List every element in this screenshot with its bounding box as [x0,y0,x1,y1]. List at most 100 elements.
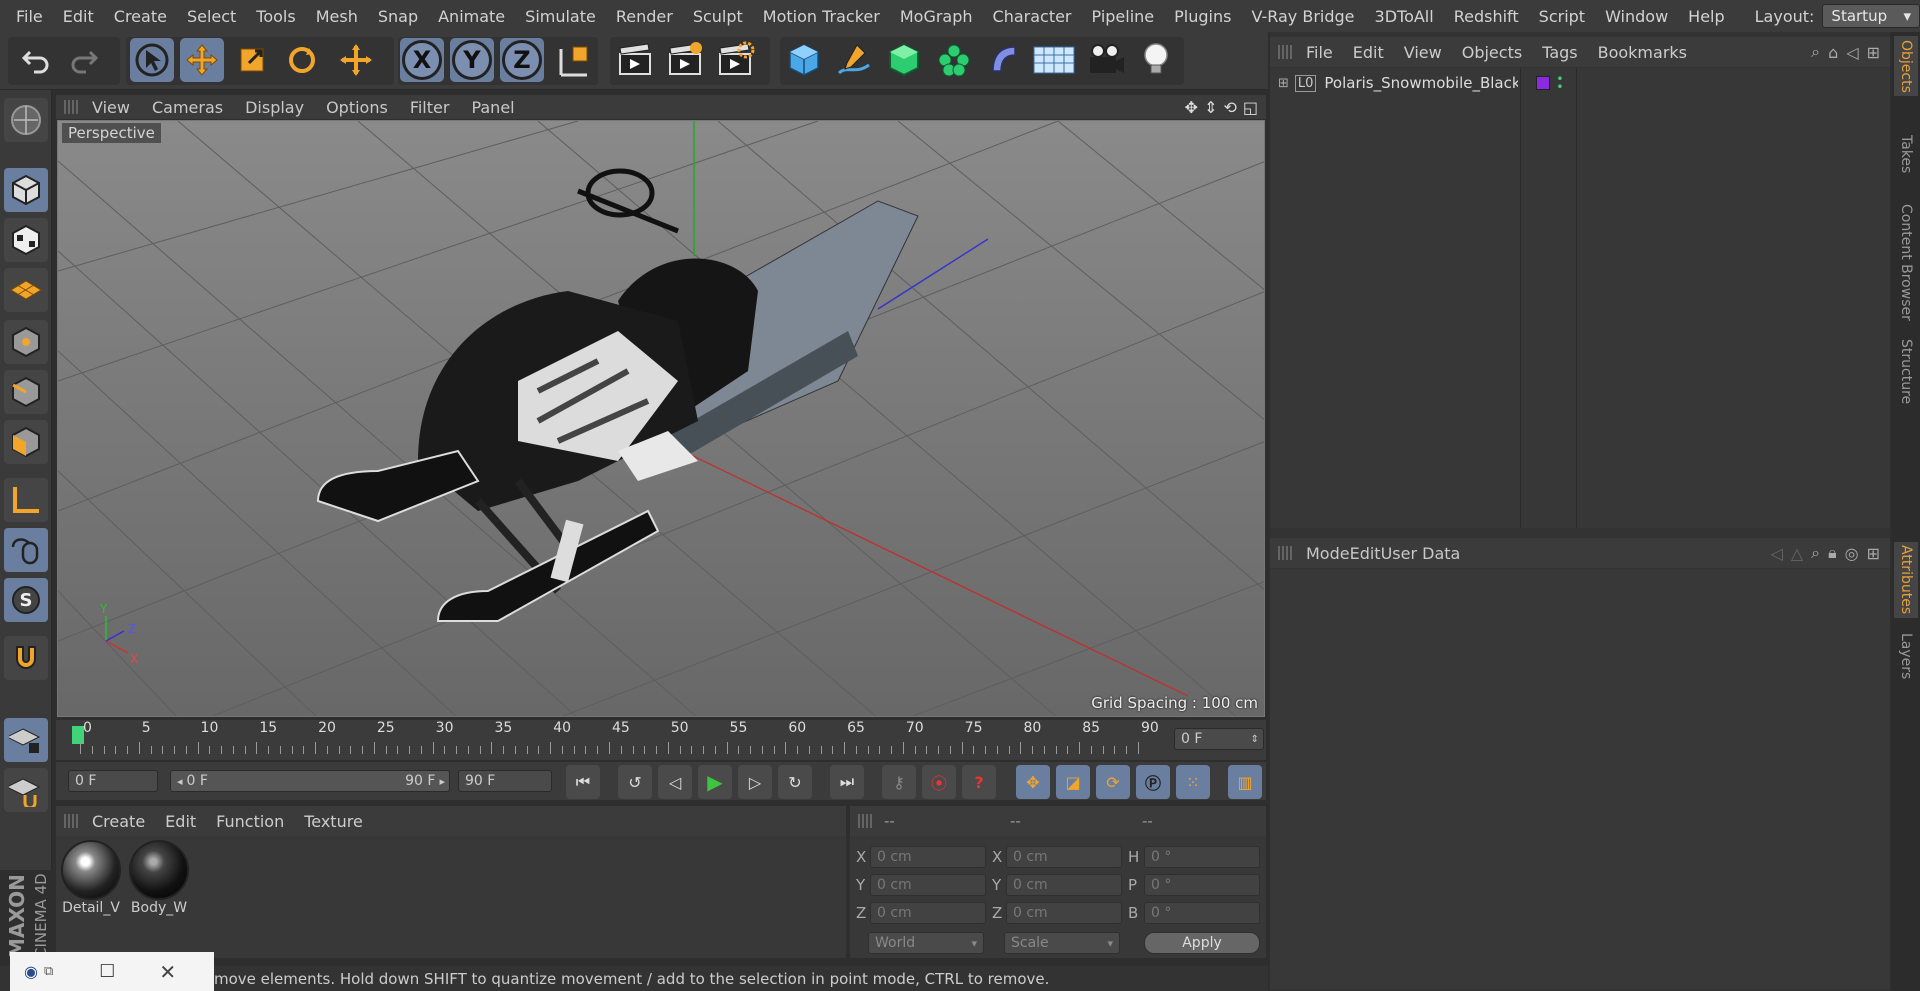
objects-menu-view[interactable]: View [1404,43,1442,62]
tab-objects[interactable]: Objects [1894,36,1918,96]
floor-object-button[interactable] [1032,38,1076,82]
size-y-field[interactable]: 0 cm [1006,874,1122,896]
start-frame-field[interactable]: 0 F [68,770,158,792]
auto-keying-button[interactable]: ⦿ [922,765,956,799]
current-frame-field[interactable]: 0 F ⇕ [1174,728,1264,750]
menu-render[interactable]: Render [606,7,683,26]
key-position-button[interactable]: ✥ [1016,765,1050,799]
locked-workplane-button[interactable] [4,718,48,762]
x-axis-lock-button[interactable]: X [400,38,444,82]
tab-structure[interactable]: Structure [1894,332,1918,412]
key-scale-button[interactable]: ◪ [1056,765,1090,799]
rot-p-field[interactable]: 0 ° [1144,874,1260,896]
object-row[interactable]: ⊞ L0 Polaris_Snowmobile_Black • • [1274,70,1886,96]
recent-tool-button[interactable] [334,38,378,82]
render-picture-viewer-button[interactable] [664,38,708,82]
material-menu-create[interactable]: Create [92,812,145,831]
restore-icon[interactable]: ⧉ [44,964,53,979]
subdivision-surface-button[interactable] [882,38,926,82]
menu-snap[interactable]: Snap [368,7,428,26]
texture-mode-button[interactable] [4,218,48,262]
objects-menu-bookmarks[interactable]: Bookmarks [1598,43,1687,62]
play-button[interactable]: ▶ [698,765,732,799]
menu-edit[interactable]: Edit [53,7,104,26]
go-to-start-button[interactable]: ⏮ [566,765,600,799]
menu-animate[interactable]: Animate [428,7,515,26]
tweak-mode-button[interactable] [4,528,48,572]
layer-color-swatch[interactable] [1536,76,1551,90]
model-mode-button[interactable] [4,168,48,212]
y-axis-lock-button[interactable]: Y [450,38,494,82]
close-icon[interactable]: ✕ [159,960,176,984]
search-icon[interactable]: ⌕ [1811,42,1820,62]
viewport-menu-cameras[interactable]: Cameras [152,98,223,117]
menu-create[interactable]: Create [104,7,177,26]
material-menu-edit[interactable]: Edit [165,812,196,831]
maximize-icon[interactable]: ☐ [99,961,115,982]
menu-redshift[interactable]: Redshift [1444,7,1529,26]
preview-range-slider[interactable]: ◂ 0 F 90 F ▸ [170,770,450,792]
size-x-field[interactable]: 0 cm [1006,846,1122,868]
viewport-menu-options[interactable]: Options [326,98,388,117]
up-arrow-icon[interactable]: △ [1791,544,1803,563]
menu-plugins[interactable]: Plugins [1164,7,1241,26]
end-frame-field[interactable]: 90 F [458,770,552,792]
scale-tool-button[interactable] [230,38,274,82]
record-keys-button[interactable]: ⚷ [882,765,916,799]
attributes-menu-user-data[interactable]: User Data [1381,544,1461,563]
camera-object-button[interactable] [1084,38,1128,82]
next-frame-button[interactable]: ▷ [738,765,772,799]
attributes-menu-mode[interactable]: Mode [1306,544,1350,563]
points-mode-button[interactable] [4,320,48,364]
timeline-window-button[interactable]: ▥ [1228,765,1262,799]
apply-button[interactable]: Apply [1144,932,1260,954]
viewport-menu-display[interactable]: Display [245,98,304,117]
cloner-button[interactable] [932,38,976,82]
timeline-ruler[interactable]: 0 5 10 15 20 25 30 35 40 45 50 55 60 65 70 75 80 85 90 [70,720,1168,756]
menu-vray-bridge[interactable]: V-Ray Bridge [1241,7,1364,26]
menu-3dtoall[interactable]: 3DToAll [1365,7,1444,26]
object-list[interactable] [1270,68,1890,528]
menu-mesh[interactable]: Mesh [306,7,368,26]
coordinate-system-button[interactable] [552,38,596,82]
lock-icon[interactable]: 🔒︎ [1828,543,1837,563]
menu-help[interactable]: Help [1678,7,1734,26]
snap-button[interactable] [4,636,48,680]
tab-takes[interactable]: Takes [1894,114,1918,194]
perspective-viewport[interactable]: Y Z X Perspective Grid Spacing : 100 cm [57,120,1265,717]
search-icon[interactable]: ⌕ [1811,543,1820,563]
rot-h-field[interactable]: 0 ° [1144,846,1260,868]
z-axis-lock-button[interactable]: Z [500,38,544,82]
viewport-menu-panel[interactable]: Panel [471,98,514,117]
key-rotation-button[interactable]: ⟳ [1096,765,1130,799]
viewport-zoom-icon[interactable]: ⇕ [1204,98,1217,117]
tab-content-browser[interactable]: Content Browser [1894,202,1918,322]
pos-z-field[interactable]: 0 cm [870,902,986,924]
viewport-menu-view[interactable]: View [92,98,130,117]
coordinate-space-select[interactable]: World ▾ [868,932,984,954]
layout-select[interactable]: Startup ▾ [1822,4,1920,28]
menu-tools[interactable]: Tools [246,7,305,26]
material-menu-texture[interactable]: Texture [304,812,363,831]
move-tool-button[interactable] [180,38,224,82]
objects-menu-objects[interactable]: Objects [1462,43,1522,62]
render-settings-button[interactable] [714,38,758,82]
timeline[interactable]: 0 5 10 15 20 25 30 35 40 45 50 55 60 65 70 75 80 85 90 0 F… [56,720,1266,760]
axis-mode-button[interactable] [4,478,48,522]
redo-button[interactable] [62,38,106,82]
size-mode-select[interactable]: Scale ▾ [1004,932,1120,954]
make-editable-button[interactable] [4,98,48,142]
back-icon[interactable]: ◁ [1846,43,1858,62]
expand-icon[interactable]: ⊞ [1278,76,1289,91]
cube-object-button[interactable] [782,38,826,82]
key-parameter-button[interactable]: Ⓟ [1136,765,1170,799]
rotate-tool-button[interactable] [280,38,324,82]
pen-spline-button[interactable] [832,38,876,82]
size-z-field[interactable]: 0 cm [1006,902,1122,924]
key-pla-button[interactable]: ⁙ [1176,765,1210,799]
material-swatch[interactable]: Detail_V [60,840,122,922]
menu-sculpt[interactable]: Sculpt [683,7,753,26]
visibility-dots-icon[interactable]: • • [1556,73,1563,93]
viewport-move-icon[interactable]: ✥ [1185,98,1198,117]
menu-select[interactable]: Select [177,7,246,26]
